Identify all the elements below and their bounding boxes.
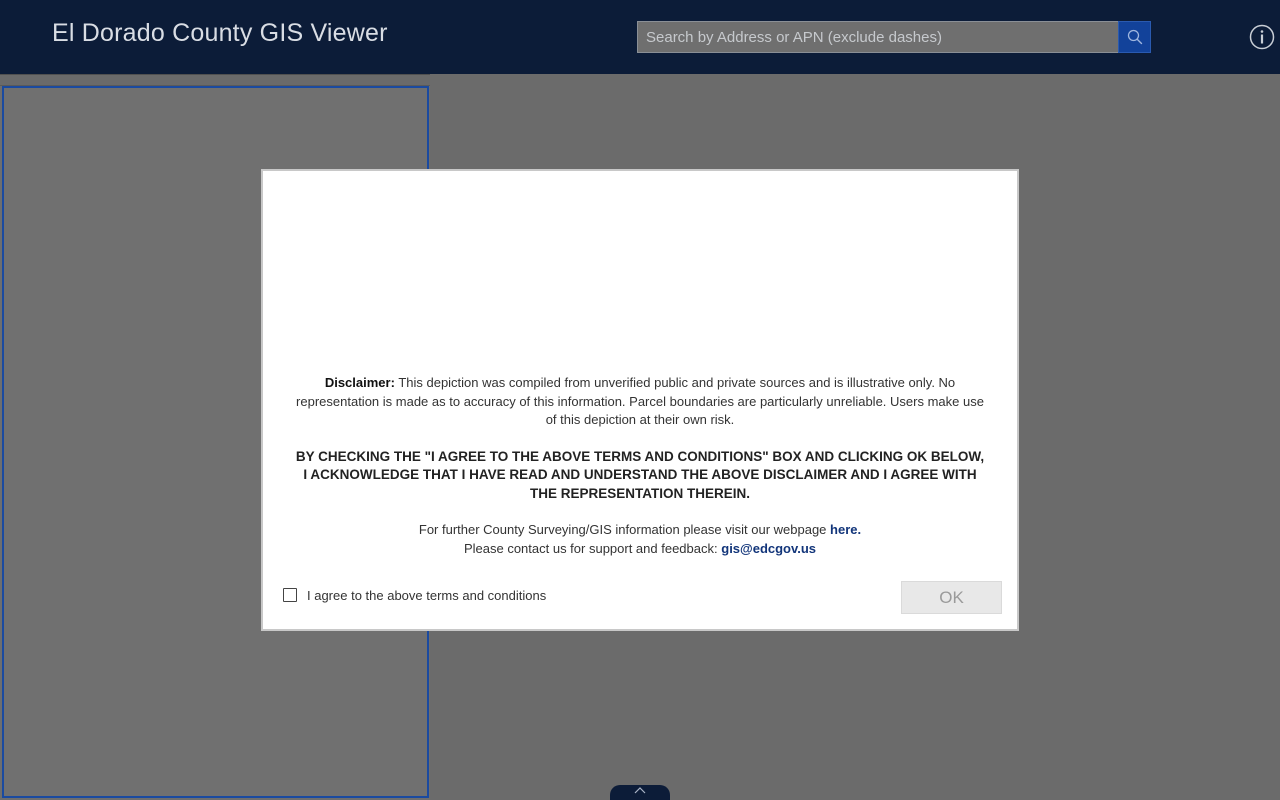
agree-terms-checkbox[interactable] — [283, 588, 297, 602]
disclaimer-dialog: Disclaimer: This depiction was compiled … — [261, 169, 1019, 631]
contact-email-link[interactable]: gis@edcgov.us — [721, 541, 816, 556]
search-icon — [1127, 29, 1142, 45]
search-button[interactable] — [1118, 21, 1151, 53]
search-input[interactable] — [637, 21, 1118, 53]
side-panel-header — [0, 74, 430, 86]
acknowledgement-text: BY CHECKING THE "I AGREE TO THE ABOVE TE… — [295, 448, 985, 501]
info-icon — [1249, 24, 1275, 50]
app-header: El Dorado County GIS Viewer — [0, 0, 1280, 74]
disclaimer-label: Disclaimer: — [324, 375, 395, 390]
further-info-text: For further County Surveying/GIS informa… — [418, 522, 827, 537]
agree-terms-label: I agree to the above terms and condition… — [307, 587, 547, 603]
disclaimer-content: Disclaimer: This depiction was compiled … — [293, 374, 987, 558]
agree-terms-row[interactable]: I agree to the above terms and condition… — [283, 585, 546, 605]
expand-bottom-panel-button[interactable] — [610, 785, 670, 800]
disclaimer-text: This depiction was compiled from unverif… — [296, 375, 984, 427]
disclaimer-paragraph: Disclaimer: This depiction was compiled … — [293, 374, 987, 430]
search-bar — [637, 21, 1151, 53]
ok-button[interactable]: OK — [901, 581, 1002, 614]
webpage-link[interactable]: here. — [830, 522, 861, 537]
info-button[interactable] — [1249, 24, 1275, 50]
further-info-line: For further County Surveying/GIS informa… — [293, 521, 987, 540]
chevron-up-icon — [634, 787, 646, 794]
app-title: El Dorado County GIS Viewer — [52, 19, 388, 47]
contact-text: Please contact us for support and feedba… — [463, 540, 718, 556]
contact-line: Please contact us for support and feedba… — [293, 540, 987, 559]
